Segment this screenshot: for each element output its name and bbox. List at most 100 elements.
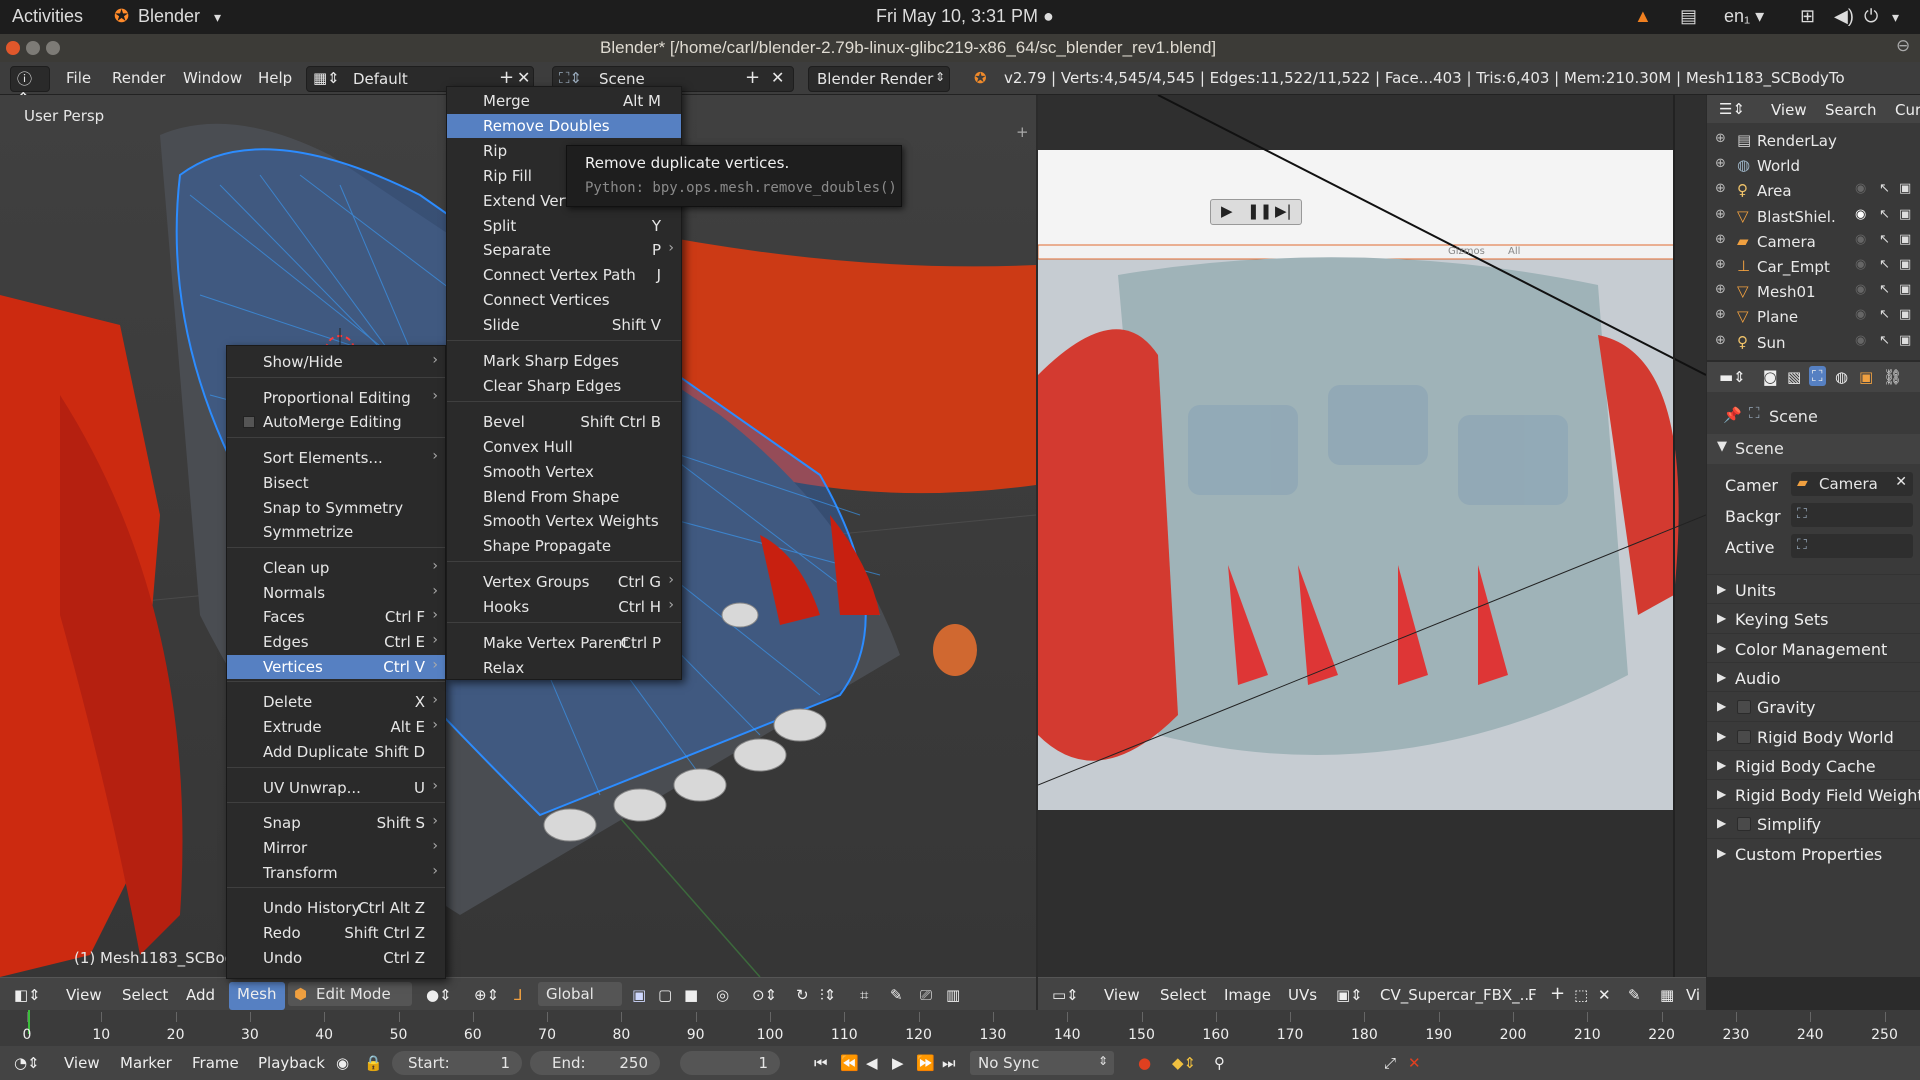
render-camera-icon[interactable]: ▣: [1899, 307, 1911, 322]
editor-type-icon[interactable]: ◧⇕: [14, 986, 41, 1004]
mesh-menu-item-automerge-editing[interactable]: AutoMerge Editing: [227, 410, 445, 434]
visibility-eye-icon[interactable]: ◉: [1855, 181, 1866, 196]
step-icon[interactable]: ▶|: [1275, 202, 1292, 220]
pin-icon[interactable]: 📌: [1723, 406, 1742, 424]
visibility-eye-icon[interactable]: ◉: [1855, 232, 1866, 247]
scene-tab-icon[interactable]: ⛶: [1809, 366, 1826, 386]
grid-icon[interactable]: ⌗: [860, 986, 868, 1004]
selectable-cursor-icon[interactable]: ↖: [1879, 207, 1890, 222]
properties-editor[interactable]: ▬⇕ ◙ ▧ ⛶ ◍ ▣ ⛓ 📌 ⛶ Scene ▼ Scene Camer ▰ C…: [1707, 362, 1920, 977]
render-camera-icon[interactable]: ▣: [1899, 257, 1911, 272]
mesh-menu-item-edges[interactable]: Edges Ctrl E ›: [227, 630, 445, 654]
panel-units[interactable]: ▶ Units: [1707, 574, 1920, 604]
overlay-icon[interactable]: ▥: [946, 986, 960, 1004]
play-icon[interactable]: ▶: [892, 1054, 904, 1072]
remove-scene-button[interactable]: ✕: [771, 68, 784, 87]
face-select-icon[interactable]: ■: [684, 986, 698, 1004]
visibility-eye-icon[interactable]: ◉: [1855, 333, 1866, 348]
world-tab-icon[interactable]: ◍: [1835, 368, 1848, 386]
panel-checkbox[interactable]: [1737, 817, 1751, 832]
display-mode-selector[interactable]: Cur: [1895, 101, 1920, 119]
panel-checkbox[interactable]: [1737, 700, 1751, 715]
expand-icon[interactable]: ⊕: [1715, 207, 1726, 222]
drive-icon[interactable]: ▤: [1680, 6, 1697, 27]
outliner-item-area[interactable]: ⊕ ♀ Area ◉ ↖ ▣: [1707, 178, 1920, 203]
expand-icon[interactable]: ⊕: [1715, 282, 1726, 297]
outliner-item-sun[interactable]: ⊕ ♀ Sun ◉ ↖ ▣: [1707, 330, 1920, 355]
menu-view[interactable]: View: [1771, 101, 1807, 119]
checkbox-icon[interactable]: [243, 416, 255, 429]
window-restore-icon[interactable]: ⊖: [1896, 36, 1910, 56]
menu-view[interactable]: View: [1104, 986, 1140, 1004]
pause-icon[interactable]: ❚❚: [1247, 202, 1272, 220]
field-value-box[interactable]: ⛶: [1791, 534, 1913, 558]
mode-selector[interactable]: ⬢ Edit Mode: [288, 982, 412, 1006]
vertices-menu-item-connect-vertex-path[interactable]: Connect Vertex Path J: [447, 263, 681, 287]
menu-select[interactable]: Select: [122, 986, 168, 1004]
expand-icon[interactable]: ⊕: [1715, 232, 1726, 247]
keying-set-icon[interactable]: ⚲: [1214, 1054, 1225, 1072]
image-editor[interactable]: ▶ ❚❚ ▶| Gizmos All: [1038, 95, 1706, 977]
fake-user-toggle[interactable]: F: [1528, 986, 1537, 1004]
snap-element-icon[interactable]: ⫶⇕: [820, 986, 836, 1004]
mesh-menu-item-undo-history[interactable]: Undo History Ctrl Alt Z: [227, 896, 445, 920]
add-layout-button[interactable]: +: [499, 67, 514, 88]
edge-select-icon[interactable]: ▢: [658, 986, 672, 1004]
constraints-tab-icon[interactable]: ⛓: [1883, 368, 1902, 386]
clear-field-icon[interactable]: ✕: [1895, 474, 1907, 490]
vertices-menu-item-convex-hull[interactable]: Convex Hull: [447, 435, 681, 459]
chevron-down-icon[interactable]: ▾: [1892, 9, 1899, 26]
selectable-cursor-icon[interactable]: ↖: [1879, 181, 1890, 196]
play-icon[interactable]: ▶: [1221, 202, 1233, 220]
transform-manipulator-icon[interactable]: ⅃: [514, 986, 522, 1004]
mesh-menu-item-vertices[interactable]: Vertices Ctrl V ›: [227, 654, 445, 679]
visibility-eye-icon[interactable]: ◉: [1855, 257, 1866, 272]
render-layers-tab-icon[interactable]: ▧: [1787, 368, 1801, 386]
vertex-select-icon[interactable]: ▣: [632, 986, 646, 1004]
mesh-menu-item-transform[interactable]: Transform ›: [227, 861, 445, 885]
mesh-menu-item-add-duplicate[interactable]: Add Duplicate Shift D: [227, 740, 445, 764]
vertices-menu-item-smooth-vertex-weights[interactable]: Smooth Vertex Weights: [447, 509, 681, 533]
viewport-shading-icon[interactable]: ●⇕: [426, 986, 452, 1004]
menu-playback[interactable]: Playback: [258, 1054, 325, 1072]
vertices-menu-item-make-vertex-parent[interactable]: Make Vertex Parent Ctrl P: [447, 631, 681, 655]
render-preview-icon[interactable]: ⎚: [920, 986, 932, 1004]
jump-end-icon[interactable]: ⏭: [942, 1054, 956, 1072]
vertices-menu-item-shape-propagate[interactable]: Shape Propagate: [447, 534, 681, 558]
end-frame-field[interactable]: End: 250: [530, 1051, 660, 1075]
menu-mesh[interactable]: Mesh: [229, 982, 285, 1010]
panel-rigid-body-world[interactable]: ▶ Rigid Body World: [1707, 720, 1920, 751]
vlc-cone-icon[interactable]: ▲: [1634, 6, 1652, 27]
selectable-cursor-icon[interactable]: ↖: [1879, 307, 1890, 322]
mesh-menu-item-undo[interactable]: Undo Ctrl Z: [227, 946, 445, 970]
outliner-item-camera[interactable]: ⊕ ▰ Camera ◉ ↖ ▣: [1707, 229, 1920, 254]
expand-icon[interactable]: ⊕: [1715, 307, 1726, 322]
mesh-menu-item-bisect[interactable]: Bisect: [227, 471, 445, 495]
outliner-item-car-empt[interactable]: ⊕ ⊥ Car_Empt ◉ ↖ ▣: [1707, 254, 1920, 279]
image-name[interactable]: CV_Supercar_FBX_...: [1380, 986, 1534, 1004]
limit-selection-icon[interactable]: ◎: [716, 986, 729, 1004]
panel-rigid-body-cache[interactable]: ▶ Rigid Body Cache: [1707, 749, 1920, 780]
play-reverse-icon[interactable]: ◀: [866, 1054, 878, 1072]
mesh-menu-item-show-hide[interactable]: Show/Hide ›: [227, 350, 445, 374]
mesh-menu-item-extrude[interactable]: Extrude Alt E ›: [227, 715, 445, 739]
power-icon[interactable]: ⏻: [1864, 6, 1878, 27]
field-value-box[interactable]: ⛶: [1791, 503, 1913, 527]
render-tab-icon[interactable]: ◙: [1763, 368, 1778, 386]
next-keyframe-icon[interactable]: ⏩: [916, 1054, 935, 1072]
render-camera-icon[interactable]: ▣: [1899, 333, 1911, 348]
outliner-item-renderlay[interactable]: ⊕ ▤ RenderLay: [1707, 128, 1920, 153]
vertices-menu-item-merge[interactable]: Merge Alt M: [447, 89, 681, 113]
render-camera-icon[interactable]: ▣: [1899, 181, 1911, 196]
snap-toggle-icon[interactable]: ↻: [796, 986, 809, 1004]
outliner-item-plane[interactable]: ⊕ ▽ Plane ◉ ↖ ▣: [1707, 304, 1920, 329]
current-frame-field[interactable]: 1: [680, 1051, 780, 1075]
vertices-menu-item-vertex-groups[interactable]: Vertex Groups Ctrl G ›: [447, 570, 681, 594]
menu-render[interactable]: Render: [112, 69, 165, 87]
panel-rigid-body-field-weights[interactable]: ▶ Rigid Body Field Weights: [1707, 779, 1920, 809]
close-window-button[interactable]: [6, 41, 20, 55]
vertices-menu-item-remove-doubles[interactable]: Remove Doubles: [447, 113, 681, 138]
keying-add-icon[interactable]: ⤢: [1384, 1054, 1396, 1072]
object-tab-icon[interactable]: ▣: [1859, 368, 1873, 386]
mesh-menu-item-delete[interactable]: Delete X ›: [227, 690, 445, 714]
